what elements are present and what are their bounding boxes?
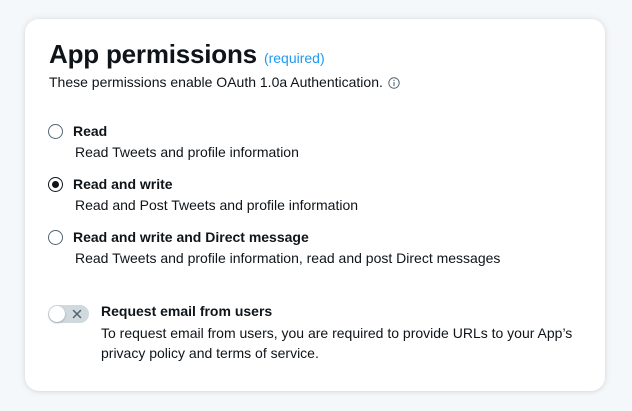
close-icon [70,307,84,321]
option-label: Read and write and Direct message [73,229,309,245]
request-email-toggle[interactable] [48,305,89,323]
option-description: Read and Post Tweets and profile informa… [75,197,359,213]
request-email-label: Request email from users [101,303,273,319]
option-label: Read [73,123,108,139]
radio-read[interactable] [48,124,63,139]
option-description: Read Tweets and profile information [75,144,299,160]
option-description: Read Tweets and profile information, rea… [75,250,501,266]
subtitle-text: These permissions enable OAuth 1.0a Auth… [49,74,383,90]
app-permissions-card: App permissions (required) These permiss… [25,19,605,391]
radio-read-write[interactable] [48,177,63,192]
radio-read-write-dm[interactable] [48,230,63,245]
required-label: (required) [263,50,325,66]
request-email-description: To request email from users, you are req… [101,325,573,361]
page-title: App permissions [49,39,257,69]
option-label: Read and write [73,176,173,192]
toggle-knob [49,306,65,322]
subtitle: These permissions enable OAuth 1.0a Auth… [49,74,400,90]
info-icon[interactable] [388,76,400,89]
title-row: App permissions (required) [49,39,325,70]
